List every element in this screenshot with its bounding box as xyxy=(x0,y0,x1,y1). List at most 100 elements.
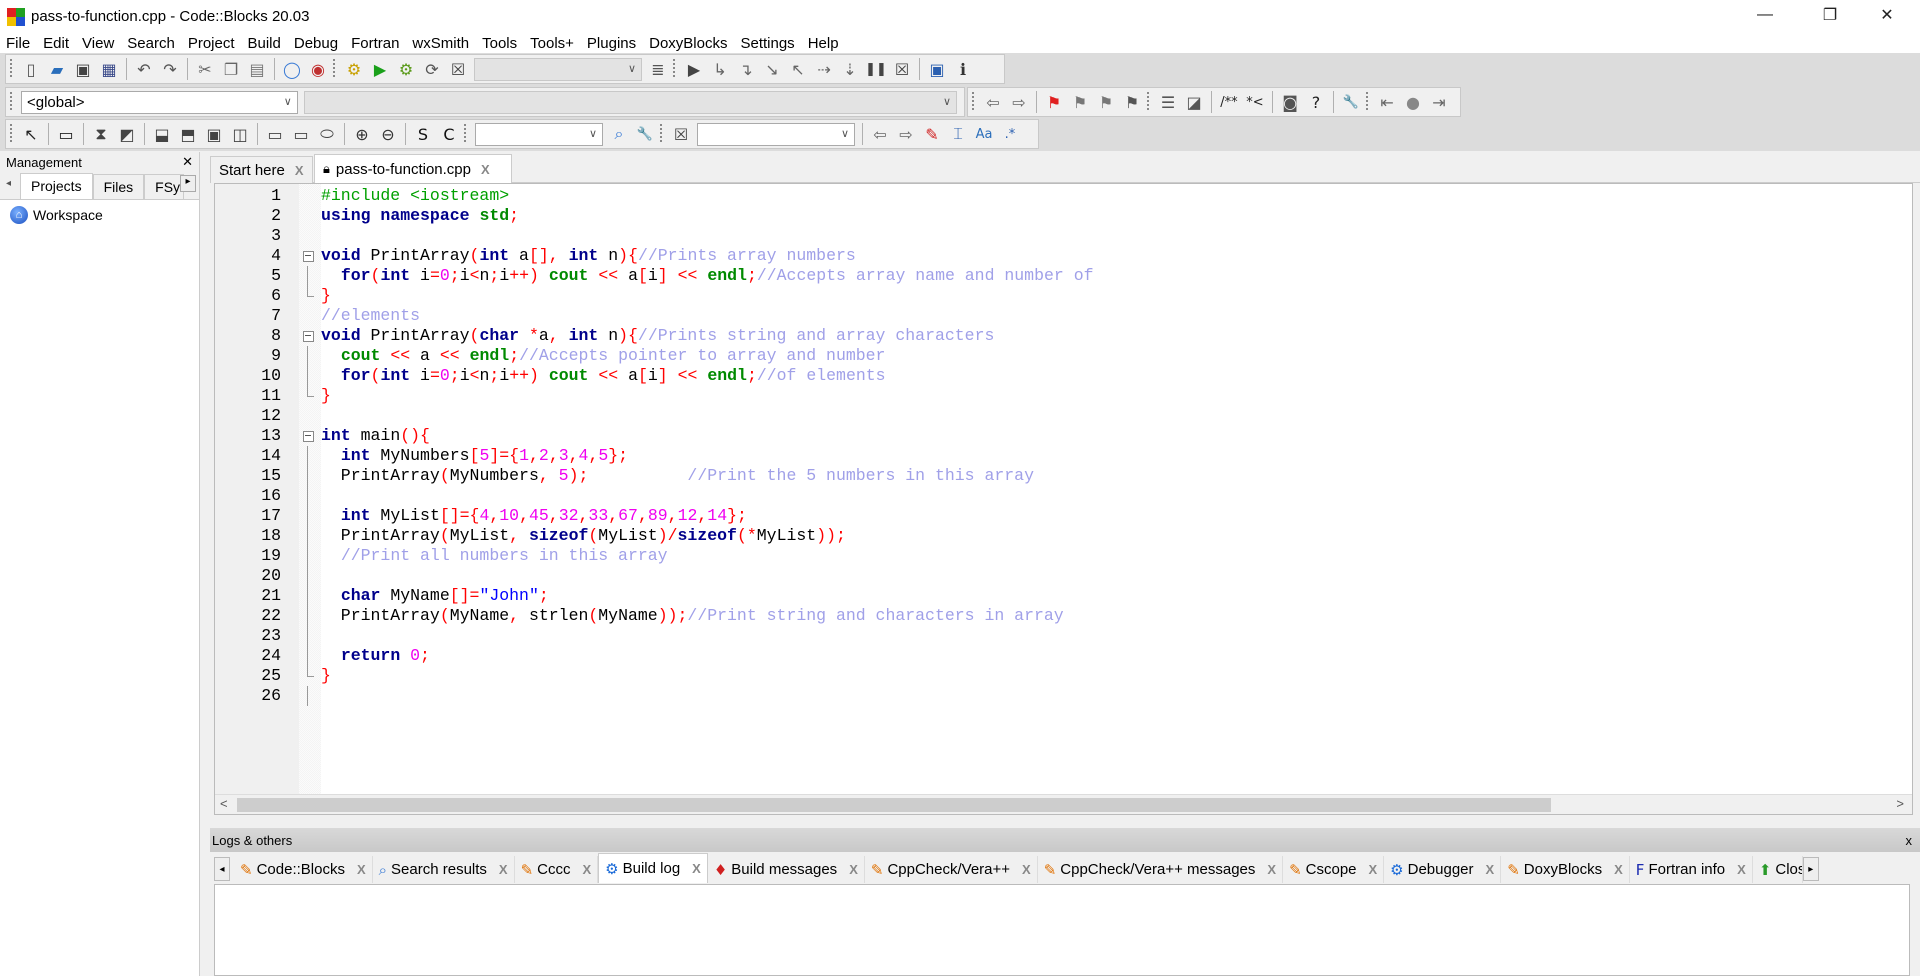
scroll-right-icon[interactable]: ▸ xyxy=(180,175,196,192)
next-bookmark-icon[interactable]: ⚑ xyxy=(1094,90,1118,114)
zoom-in-icon[interactable]: ⊕ xyxy=(350,122,374,146)
border-left-icon[interactable]: ▭ xyxy=(263,122,287,146)
step-into-instruction-icon[interactable]: ⇣ xyxy=(838,57,862,81)
build-target-combo[interactable]: ∨ xyxy=(474,58,642,81)
sizer-expand-icon[interactable]: ⧗ xyxy=(89,122,113,146)
search-previous-icon[interactable]: ⇦ xyxy=(868,122,892,146)
stop-debugger-icon[interactable]: ☒ xyxy=(890,57,914,81)
menu-fortran[interactable]: Fortran xyxy=(351,35,399,52)
toolbar-grip[interactable] xyxy=(671,59,677,79)
border-both-icon[interactable]: ⬭ xyxy=(315,122,339,146)
close-tab-icon[interactable]: X xyxy=(1267,862,1276,877)
panel-splitter[interactable] xyxy=(200,152,210,976)
next-instruction-icon[interactable]: ⇢ xyxy=(812,57,836,81)
new-file-icon[interactable]: ▯ xyxy=(19,57,43,81)
menu-plugins[interactable]: Plugins xyxy=(587,35,636,52)
undo-icon[interactable]: ↶ xyxy=(132,57,156,81)
workspace-tree-item[interactable]: ⌂ Workspace xyxy=(0,200,199,230)
save-all-icon[interactable]: ▦ xyxy=(97,57,121,81)
scroll-right-icon[interactable]: ▸ xyxy=(1803,857,1819,881)
next-call-icon[interactable]: ⇥ xyxy=(1427,90,1451,114)
menu-view[interactable]: View xyxy=(82,35,114,52)
build-log-content[interactable] xyxy=(214,884,1910,976)
toolbar-grip[interactable] xyxy=(462,124,468,144)
save-icon[interactable]: ▣ xyxy=(71,57,95,81)
fold-toggle-icon[interactable] xyxy=(303,326,314,346)
tab-code-blocks[interactable]: ✎Code::BlocksX xyxy=(234,856,373,883)
close-tab-icon[interactable]: X xyxy=(849,862,858,877)
extract-documentation-icon[interactable]: ◪ xyxy=(1182,90,1206,114)
menu-build[interactable]: Build xyxy=(248,35,281,52)
tab-search-results[interactable]: ⌕Search resultsX xyxy=(373,856,515,883)
tab-projects[interactable]: Projects xyxy=(20,173,93,199)
run-icon[interactable]: ▶ xyxy=(368,57,392,81)
abort-icon[interactable]: ☒ xyxy=(446,57,470,81)
fold-toggle-icon[interactable] xyxy=(303,246,314,266)
menu-tools-[interactable]: Tools+ xyxy=(530,35,574,52)
prev-call-icon[interactable]: ⇤ xyxy=(1375,90,1399,114)
debug-continue-icon[interactable]: ▶ xyxy=(682,57,706,81)
doxywizard-icon[interactable]: ☰ xyxy=(1156,90,1180,114)
close-icon[interactable]: x xyxy=(1906,833,1913,848)
record-icon[interactable]: ● xyxy=(1401,90,1425,114)
replace-icon[interactable]: ◉ xyxy=(306,57,330,81)
show-preview-icon[interactable]: S xyxy=(411,122,435,146)
tab-fsymbols[interactable]: FSy xyxy=(144,174,184,199)
build-icon[interactable]: ⚙ xyxy=(342,57,366,81)
tab-pass-to-function[interactable]: 🔒︎ pass-to-function.cpp X xyxy=(314,154,512,184)
search-text-combo[interactable]: ∨ xyxy=(697,123,855,146)
line-comment-icon[interactable]: *< xyxy=(1243,90,1267,114)
incremental-search-combo[interactable]: ∨ xyxy=(475,123,603,146)
clear-search-icon[interactable]: ☒ xyxy=(669,122,693,146)
tab-close[interactable]: ⬆Close xyxy=(1753,856,1803,883)
scrollbar-thumb[interactable] xyxy=(237,798,1551,812)
step-into-icon[interactable]: ↘ xyxy=(760,57,784,81)
block-comment-icon[interactable]: /** xyxy=(1217,90,1241,114)
close-tab-icon[interactable]: X xyxy=(1369,862,1378,877)
menu-help[interactable]: Help xyxy=(808,35,839,52)
tab-fortran-info[interactable]: FFortran infoX xyxy=(1630,856,1753,883)
align-top-icon[interactable]: ⬓ xyxy=(150,122,174,146)
toggle-bookmark-icon[interactable]: ⚑ xyxy=(1042,90,1066,114)
close-tab-icon[interactable]: X xyxy=(1022,862,1031,877)
sizer-shrink-icon[interactable]: ◩ xyxy=(115,122,139,146)
close-preview-icon[interactable]: C xyxy=(437,122,461,146)
jump-back-icon[interactable]: ⇦ xyxy=(981,90,1005,114)
tab-build-messages[interactable]: ♦Build messagesX xyxy=(708,856,865,883)
search-options-icon[interactable]: ⌕ xyxy=(607,122,631,146)
highlight-icon[interactable]: ✎ xyxy=(920,122,944,146)
scope-combo[interactable]: <global>∨ xyxy=(21,91,298,114)
rectangle-icon[interactable]: ▭ xyxy=(54,122,78,146)
cut-icon[interactable]: ✂ xyxy=(193,57,217,81)
toolbar-grip[interactable] xyxy=(331,59,337,79)
copy-icon[interactable]: ❐ xyxy=(219,57,243,81)
step-out-icon[interactable]: ↖ xyxy=(786,57,810,81)
redo-icon[interactable]: ↷ xyxy=(158,57,182,81)
menu-tools[interactable]: Tools xyxy=(482,35,517,52)
match-case-icon[interactable]: Aa xyxy=(972,122,996,146)
open-file-icon[interactable]: ▰ xyxy=(45,57,69,81)
find-icon[interactable]: ◯ xyxy=(280,57,304,81)
restore-button[interactable]: ❐ xyxy=(1800,0,1860,30)
tab-cscope[interactable]: ✎CscopeX xyxy=(1283,856,1384,883)
close-window-button[interactable]: ✕ xyxy=(1857,0,1917,30)
border-right-icon[interactable]: ▭ xyxy=(289,122,313,146)
close-tab-icon[interactable]: X xyxy=(357,862,366,877)
align-bottom-icon[interactable]: ⬒ xyxy=(176,122,200,146)
menu-file[interactable]: File xyxy=(6,35,30,52)
scroll-right-arrow[interactable]: > xyxy=(1896,796,1904,811)
toolbar-grip[interactable] xyxy=(8,92,14,112)
menu-edit[interactable]: Edit xyxy=(43,35,69,52)
close-tab-icon[interactable]: X xyxy=(583,862,592,877)
paste-icon[interactable]: ▤ xyxy=(245,57,269,81)
debugging-windows-icon[interactable]: ▣ xyxy=(925,57,949,81)
close-tab-icon[interactable]: X xyxy=(1486,862,1495,877)
break-debugger-icon[interactable]: ❚❚ xyxy=(864,57,888,81)
run-chm-icon[interactable]: ? xyxy=(1304,90,1328,114)
selected-text-only-icon[interactable]: ⌶ xyxy=(946,122,970,146)
zoom-out-icon[interactable]: ⊖ xyxy=(376,122,400,146)
close-tab-icon[interactable]: X xyxy=(295,163,304,178)
doxyblocks-config-icon[interactable]: 🔧 xyxy=(1339,90,1363,114)
clear-bookmarks-icon[interactable]: ⚑ xyxy=(1120,90,1144,114)
close-icon[interactable]: ✕ xyxy=(182,154,193,170)
